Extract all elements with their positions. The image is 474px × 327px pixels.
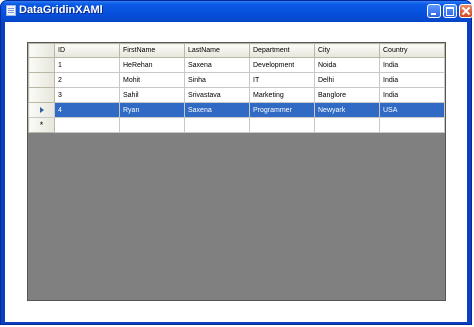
cell-city[interactable]: Delhi [314,72,380,88]
cell-new-lastname[interactable] [184,117,250,133]
cell-firstname[interactable]: Ryan [119,102,185,118]
new-row-asterisk-icon: * [39,120,44,130]
cell-id[interactable]: 3 [54,87,120,103]
cell-new-id[interactable] [54,117,120,133]
row-header[interactable] [28,72,55,88]
cell-new-firstname[interactable] [119,117,185,133]
column-header-firstname[interactable]: FirstName [119,43,185,58]
cell-country[interactable]: India [379,87,445,103]
row-header[interactable] [28,87,55,103]
table-row[interactable]: 2 Mohit Sinha IT Delhi India [28,72,445,88]
row-header-current[interactable] [28,102,55,118]
cell-lastname[interactable]: Saxena [184,102,250,118]
cell-id[interactable]: 4 [54,102,120,118]
current-row-arrow-icon [39,107,44,113]
table-row[interactable]: 3 Sahil Srivastava Marketing Banglore In… [28,87,445,103]
cell-new-city[interactable] [314,117,380,133]
cell-city[interactable]: Banglore [314,87,380,103]
cell-id[interactable]: 1 [54,57,120,73]
data-grid[interactable]: ID FirstName LastName Department City Co… [27,42,446,301]
close-button[interactable] [459,4,473,18]
cell-country[interactable]: India [379,72,445,88]
title-bar[interactable]: DataGridinXAMl [1,1,473,22]
window-title: DataGridinXAMl [19,4,103,16]
cell-country[interactable]: India [379,57,445,73]
select-all-corner[interactable] [28,43,55,58]
column-header-city[interactable]: City [314,43,380,58]
cell-new-country[interactable] [379,117,445,133]
main-window: DataGridinXAMl ID FirstName LastName Dep… [0,0,473,325]
cell-department[interactable]: Programmer [249,102,315,118]
data-grid-table: ID FirstName LastName Department City Co… [28,43,445,133]
cell-lastname[interactable]: Sinha [184,72,250,88]
cell-lastname[interactable]: Srivastava [184,87,250,103]
cell-city[interactable]: Noida [314,57,380,73]
column-header-country[interactable]: Country [379,43,445,58]
row-header[interactable] [28,57,55,73]
column-header-department[interactable]: Department [249,43,315,58]
cell-firstname[interactable]: Sahil [119,87,185,103]
table-row[interactable]: 1 HeRehan Saxena Development Noida India [28,57,445,73]
cell-new-department[interactable] [249,117,315,133]
minimize-button[interactable] [427,4,441,18]
window-client-area: ID FirstName LastName Department City Co… [5,22,467,322]
cell-id[interactable]: 2 [54,72,120,88]
cell-country[interactable]: USA [379,102,445,118]
cell-department[interactable]: IT [249,72,315,88]
app-icon[interactable] [6,5,16,16]
cell-city[interactable]: Newyark [314,102,380,118]
row-header-new[interactable]: * [28,117,55,133]
cell-department[interactable]: Marketing [249,87,315,103]
maximize-button[interactable] [443,4,457,18]
column-header-id[interactable]: ID [54,43,120,58]
cell-firstname[interactable]: HeRehan [119,57,185,73]
new-row[interactable]: * [28,117,445,133]
table-row-selected[interactable]: 4 Ryan Saxena Programmer Newyark USA [28,102,445,118]
column-header-row: ID FirstName LastName Department City Co… [28,43,445,58]
column-header-lastname[interactable]: LastName [184,43,250,58]
cell-department[interactable]: Development [249,57,315,73]
cell-lastname[interactable]: Saxena [184,57,250,73]
cell-firstname[interactable]: Mohit [119,72,185,88]
